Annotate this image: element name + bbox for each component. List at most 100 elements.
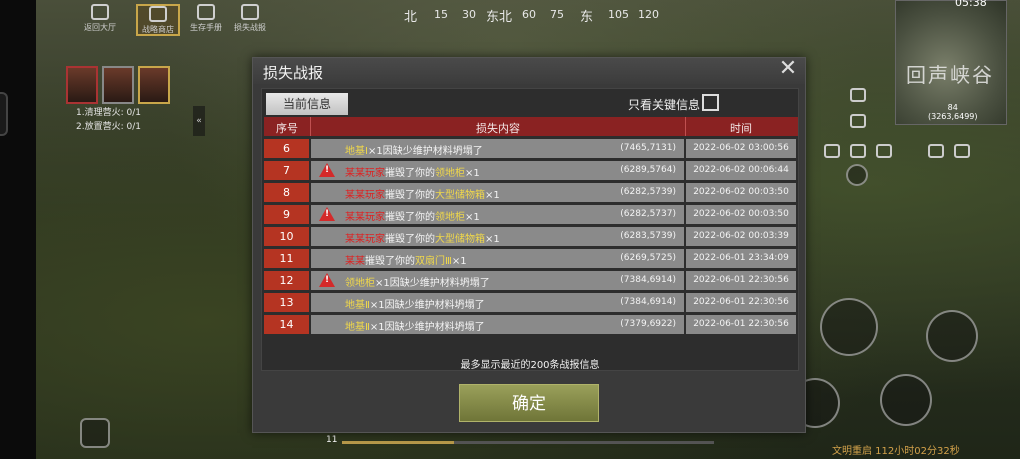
row-message: 地基Ⅱ×1因缺少维护材料坍塌了 (345, 318, 485, 333)
avatar[interactable] (66, 66, 98, 104)
speaker-icon[interactable] (850, 114, 866, 128)
table-row: 13 地基Ⅱ×1因缺少维护材料坍塌了 (7384,6914) 2022-06-01 2… (264, 293, 798, 312)
table-header: 序号 损失内容 时间 (264, 117, 798, 136)
row-content: 领地柜×1因缺少维护材料坍塌了 (7384,6914) (311, 271, 684, 290)
server-restart-timer: 文明重启 112小时02分32秒 (832, 446, 960, 457)
team-panel (66, 66, 206, 106)
header-content: 损失内容 (476, 122, 520, 135)
task-item: 2.放置营火: 0/1 (76, 122, 141, 132)
warning-icon (319, 207, 335, 221)
flag-icon[interactable] (876, 144, 892, 158)
row-content: 某某玩家摧毁了你的大型储物箱×1 (6283,5739) (311, 227, 684, 246)
row-content: 某某玩家摧毁了你的大型储物箱×1 (6282,5739) (311, 183, 684, 202)
toolbar-shop-label: 战略商店 (142, 25, 174, 34)
toolbar-loss-report-button[interactable]: 损失战报 (228, 4, 272, 36)
header-time: 时间 (730, 122, 752, 135)
minimap-area-name: 回声峡谷 (906, 63, 994, 87)
row-content: 某某玩家摧毁了你的领地柜×1 (6282,5737) (311, 205, 684, 224)
table-row: 8 某某玩家摧毁了你的大型储物箱×1 (6282,5739) 2022-06-02 0… (264, 183, 798, 202)
compass-mark: 东北 (486, 10, 513, 25)
tab-current-info[interactable]: 当前信息 (266, 93, 348, 115)
row-message: 领地柜×1因缺少维护材料坍塌了 (345, 274, 490, 289)
shop-icon (149, 6, 167, 22)
close-icon[interactable]: ✕ (777, 58, 799, 81)
warning-icon (319, 163, 335, 177)
book-icon (197, 4, 215, 20)
microphone-icon[interactable] (850, 88, 866, 102)
row-number: 13 (264, 293, 309, 312)
toolbar-manual-button[interactable]: 生存手册 (184, 4, 228, 36)
header-num: 序号 (276, 122, 298, 135)
toolbar-home-label: 返回大厅 (84, 23, 116, 32)
compass-mark: 120 (638, 8, 659, 21)
compass-mark: 30 (462, 8, 476, 21)
report-panel: 当前信息 只看关键信息 序号 损失内容 时间 6 地基Ⅰ×1因缺少维护材料坍塌了 (… (261, 88, 799, 371)
attacker-name: 某某玩家 (345, 234, 385, 245)
table-row: 9 某某玩家摧毁了你的领地柜×1 (6282,5737) 2022-06-02 00:… (264, 205, 798, 224)
row-time: 2022-06-02 00:06:44 (686, 161, 796, 180)
device-bezel (0, 0, 36, 459)
row-coordinates: (7384,6914) (620, 297, 676, 307)
row-message: 某某玩家摧毁了你的领地柜×1 (345, 208, 480, 223)
row-time: 2022-06-01 22:30:56 (686, 271, 796, 290)
collapse-tasks-button[interactable]: « (193, 106, 205, 136)
row-time: 2022-06-02 00:03:50 (686, 205, 796, 224)
row-number: 10 (264, 227, 309, 246)
row-message: 某某玩家摧毁了你的大型储物箱×1 (345, 186, 500, 201)
compass-mark: 75 (550, 8, 564, 21)
row-coordinates: (6283,5739) (620, 231, 676, 241)
toolbar-home-button[interactable]: 返回大厅 (78, 4, 122, 36)
row-time: 2022-06-02 03:00:56 (686, 139, 796, 158)
loss-text: 摧毁了你的领地柜×1 (385, 168, 480, 179)
avatar[interactable] (138, 66, 170, 104)
table-row: 11 某某摧毁了你的双扇门Ⅲ×1 (6269,5725) 2022-06-01 23:… (264, 249, 798, 268)
side-icons (820, 88, 980, 188)
device-notch (0, 92, 8, 136)
gear-icon[interactable] (954, 144, 970, 158)
table-row: 14 地基Ⅱ×1因缺少维护材料坍塌了 (7379,6922) 2022-06-01 2… (264, 315, 798, 334)
task-item: 1.清理营火: 0/1 (76, 108, 141, 118)
compass-mark: 北 (404, 10, 418, 25)
row-time: 2022-06-02 00:03:50 (686, 183, 796, 202)
loss-text: 摧毁了你的领地柜×1 (385, 212, 480, 223)
map-icon[interactable] (80, 418, 110, 448)
row-content: 某某摧毁了你的双扇门Ⅲ×1 (6269,5725) (311, 249, 684, 268)
loss-text: 摧毁了你的大型储物箱×1 (385, 234, 500, 245)
tag-icon[interactable] (850, 144, 866, 158)
jump-button[interactable] (926, 310, 978, 362)
row-time: 2022-06-02 00:03:39 (686, 227, 796, 246)
warning-icon[interactable] (928, 144, 944, 158)
compass-bar: 北 15 30 东北 60 75 东 105 120 (400, 4, 700, 26)
toolbar-shop-button[interactable]: 战略商店 (136, 4, 180, 36)
row-content: 地基Ⅰ×1因缺少维护材料坍塌了 (7465,7131) (311, 139, 684, 158)
crouch-button[interactable] (880, 374, 932, 426)
row-coordinates: (6282,5737) (620, 209, 676, 219)
fist-icon[interactable] (846, 164, 868, 186)
row-content: 地基Ⅱ×1因缺少维护材料坍塌了 (7384,6914) (311, 293, 684, 312)
row-number: 6 (264, 139, 309, 158)
row-coordinates: (7384,6914) (620, 275, 676, 285)
avatar[interactable] (102, 66, 134, 104)
knife-attack-button[interactable] (820, 298, 878, 356)
attacker-name: 某某玩家 (345, 212, 385, 223)
compass-mark: 105 (608, 8, 629, 21)
confirm-button[interactable]: 确定 (459, 384, 599, 422)
toolbar-loss-report-label: 损失战报 (234, 23, 266, 32)
attacker-name: 某某玩家 (345, 190, 385, 201)
clock: 05:38 (955, 0, 987, 9)
row-number: 14 (264, 315, 309, 334)
compass-mark: 15 (434, 8, 448, 21)
compass-mark: 60 (522, 8, 536, 21)
shield-icon[interactable] (824, 144, 840, 158)
loss-text: 领地柜×1因缺少维护材料坍塌了 (345, 278, 490, 289)
row-time: 2022-06-01 22:30:56 (686, 315, 796, 334)
key-info-checkbox[interactable] (702, 94, 719, 111)
dialog-title: 损失战报 (263, 64, 324, 82)
row-number: 11 (264, 249, 309, 268)
loss-text: 摧毁了你的双扇门Ⅲ×1 (365, 256, 467, 267)
row-number: 12 (264, 271, 309, 290)
task-list: 1.清理营火: 0/1 2.放置营火: 0/1 (76, 106, 141, 134)
dialog-header (253, 58, 805, 84)
compass-mark: 东 (580, 10, 594, 25)
row-coordinates: (6289,5764) (620, 165, 676, 175)
